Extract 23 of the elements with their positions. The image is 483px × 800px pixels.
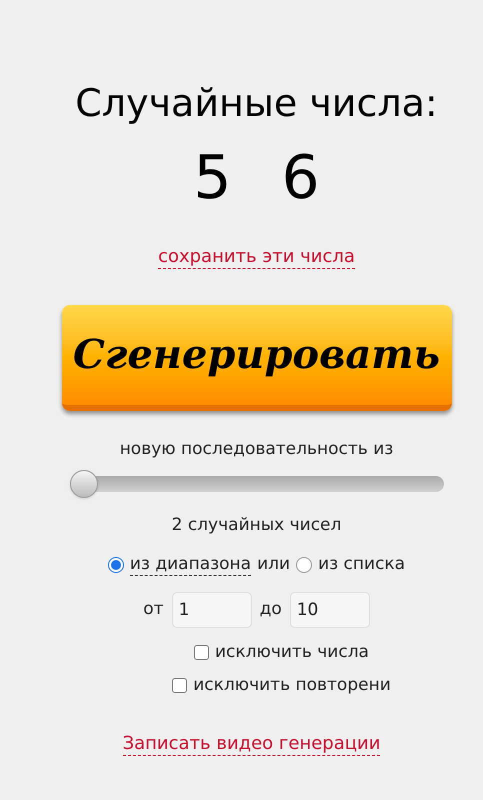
radio-label[interactable]: из списка	[318, 554, 406, 576]
save-link[interactable]: сохранить эти числа	[158, 246, 355, 269]
checkbox-label[interactable]: исключить числа	[215, 640, 369, 665]
to-field[interactable]: 10	[290, 592, 370, 628]
record-link[interactable]: Записать видео генерации	[122, 732, 380, 756]
checkbox[interactable]	[194, 644, 209, 660]
random-number: 5	[193, 148, 232, 208]
radio-button[interactable]	[296, 556, 312, 573]
from-label: от	[143, 598, 164, 621]
radio-button[interactable]	[108, 556, 124, 573]
checkbox-label[interactable]: исключить повторени	[193, 673, 391, 698]
from-field[interactable]: 1	[172, 592, 252, 628]
slider-handle[interactable]	[70, 470, 98, 498]
count-reading: 2 случайных чисел	[172, 514, 342, 536]
checkbox[interactable]	[172, 678, 188, 694]
random-number: 6	[282, 148, 320, 208]
generate-button[interactable]: Сгенерировать	[62, 305, 452, 411]
or-text: или	[257, 553, 290, 576]
count-label: новую последовательность из	[120, 438, 394, 461]
heading: Случайные числа:	[75, 80, 438, 127]
slider[interactable]	[70, 468, 444, 498]
to-label: до	[260, 598, 282, 621]
radio-label[interactable]: из диапазона	[130, 554, 252, 576]
